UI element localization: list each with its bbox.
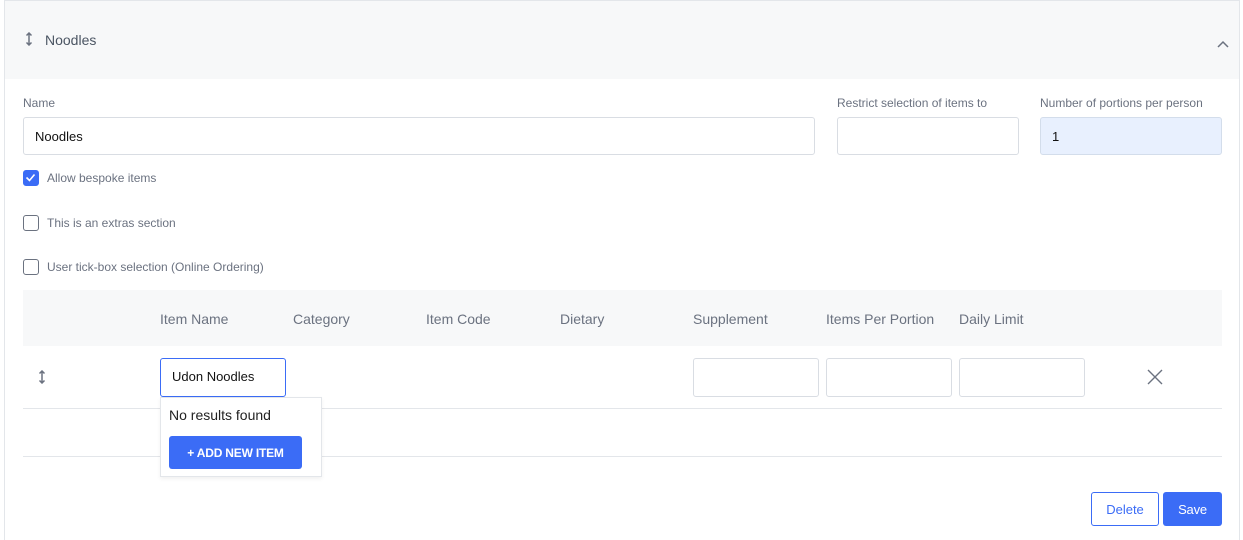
column-header-dietary: Dietary [560,311,605,327]
portions-field[interactable] [1040,117,1222,155]
items-table-header: Item Name Category Item Code Dietary Sup… [23,290,1222,346]
section-title: Noodles [45,32,97,48]
allow-bespoke-label: Allow bespoke items [47,171,157,185]
restrict-label: Restrict selection of items to [837,96,988,110]
name-field[interactable] [23,117,815,155]
column-header-item-name: Item Name [160,311,229,327]
tick-box-selection-checkbox[interactable] [23,259,39,275]
save-button[interactable]: Save [1163,492,1222,526]
supplement-input[interactable] [693,358,819,397]
name-label: Name [23,96,56,110]
delete-button[interactable]: Delete [1091,492,1159,526]
drag-handle-icon[interactable] [25,31,33,48]
no-results-message: No results found [169,407,271,423]
portions-label: Number of portions per person [1040,96,1203,110]
restrict-field[interactable] [837,117,1019,155]
extras-section-checkbox[interactable] [23,215,39,231]
chevron-up-icon[interactable] [1217,35,1229,48]
column-header-item-code: Item Code [426,311,491,327]
checkmark-icon [25,173,36,182]
allow-bespoke-checkbox[interactable] [23,170,39,186]
autocomplete-dropdown: No results found + ADD NEW ITEM [160,397,322,477]
daily-limit-input[interactable] [959,358,1085,397]
items-per-portion-input[interactable] [826,358,952,397]
tick-box-selection-label: User tick-box selection (Online Ordering… [47,260,264,274]
column-header-supplement: Supplement [693,311,768,327]
column-header-items-per-portion: Items Per Portion [826,311,935,327]
add-new-item-button[interactable]: + ADD NEW ITEM [169,436,302,469]
column-header-daily-limit: Daily Limit [959,311,1024,327]
item-name-input[interactable]: Udon Noodles [160,358,286,397]
extras-section-label: This is an extras section [47,216,176,230]
section-header[interactable]: Noodles [5,1,1239,79]
column-header-category: Category [293,311,350,327]
row-drag-handle-icon[interactable] [38,369,46,386]
section-panel: Noodles Name Restrict selection of items… [4,0,1240,540]
close-icon[interactable] [1147,369,1163,385]
